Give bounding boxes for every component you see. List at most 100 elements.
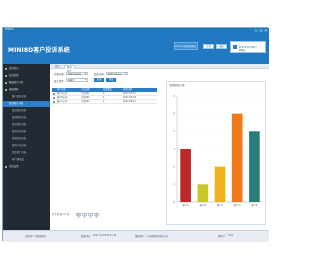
status-login-value: 2017-12-08 09:21:35 [93, 234, 117, 237]
sidebar-item[interactable]: 责任部门分析 [3, 150, 50, 156]
x-tick-label: 客户C [217, 203, 224, 207]
sidebar-item[interactable]: 投诉产品分析 [3, 143, 50, 149]
chevron-right-icon: › [46, 81, 47, 84]
sidebar-item-label: 投诉产品分析 [12, 144, 27, 147]
y-tick-label: 3 [173, 148, 175, 151]
sidebar-item-label: 系统设置 [9, 165, 19, 168]
end-date-value: 2017-12-31 [108, 72, 121, 76]
date-status-box: 2017年12月08日 星期五 [230, 41, 266, 53]
end-date-field[interactable]: 2017-12-31 ▼ [106, 71, 128, 76]
bar[interactable] [180, 149, 191, 202]
chevron-down-icon: ▼ [84, 79, 87, 81]
sidebar-item[interactable]: 投诉统计分析 [3, 101, 50, 107]
y-tick-label: 0 [173, 201, 175, 204]
bar[interactable] [249, 131, 260, 202]
folder-icon [5, 67, 8, 71]
sidebar-item[interactable]: › 系统设置 [3, 164, 50, 170]
start-date-label: 开始日期 [54, 73, 64, 76]
app-header: MINI8D客户投诉系统 admin(系统管理员) 主页 退出 2017年12月… [3, 32, 269, 64]
x-tick-label: 客户A [182, 203, 189, 207]
x-tick-label: 客户B [200, 203, 207, 207]
sidebar-item-label: 投诉统计分析 [9, 102, 24, 105]
stat-type-label: 统计类型 [54, 79, 64, 83]
sidebar: › 投诉登记 › 投诉处理 › 数据统计分析 › 基础资料客户投诉分析 投诉统计分析 投诉类别分析… [3, 64, 50, 230]
logout-button[interactable]: 退出 [216, 44, 227, 49]
status-copyright-label: 版权所有: [135, 235, 145, 238]
chevron-right-icon: › [46, 67, 47, 70]
bar-chart: 0 1 2 3 4 5 6 客户A 客户B 客户C 客户D 客户E [173, 95, 263, 207]
status-weekday: 星期五 [239, 49, 246, 52]
chart-panel: 投诉数据统计图 0 1 2 3 4 5 6 客户A 客户B 客户C 客户D 客户E [166, 81, 266, 225]
status-user-value: 系统管理员 [35, 235, 46, 238]
sidebar-item[interactable]: › 数据统计分析 [3, 80, 50, 86]
pager-info: 共 3 条 第 1/1 页 [52, 213, 70, 216]
chevron-down-icon: ▼ [124, 72, 127, 75]
sidebar-item[interactable]: 客户投诉分析 [3, 94, 50, 100]
folder-icon [5, 81, 8, 85]
app-title: MINI8D客户投诉系统 [8, 47, 70, 54]
chevron-down-icon: ▼ [84, 72, 87, 75]
folder-icon [5, 165, 8, 169]
sidebar-item-label: 处理状态分析 [12, 137, 27, 140]
prev-page-button[interactable]: 上页 [82, 212, 87, 219]
sidebar-item-label: 投诉登记 [9, 67, 19, 70]
sidebar-item[interactable]: 投诉类别分析 [3, 108, 50, 114]
pagination: 共 3 条 第 1/1 页 首页 上页 下页 末页 [52, 212, 160, 219]
status-login-label: 登录时间: [81, 235, 91, 238]
sidebar-item[interactable]: 客户满意度 [3, 157, 50, 163]
calendar-icon [233, 45, 237, 49]
sidebar-item-label: 数据统计分析 [9, 81, 24, 84]
window-title: MINI8D [5, 28, 14, 31]
query-button[interactable]: 查询 [94, 77, 104, 82]
main-content: 首页 投诉统计 开始日期 2017-01-01 ▼ 结束日期 2017-12-3… [50, 64, 269, 230]
chevron-right-icon: › [46, 165, 47, 168]
export-button[interactable]: 导出 [106, 77, 116, 82]
tab-home[interactable]: 首页 [53, 65, 63, 70]
y-tick-label: 5 [173, 112, 175, 115]
start-date-field[interactable]: 2017-01-01 ▼ [66, 71, 88, 76]
end-date-label: 结束日期 [94, 73, 104, 76]
status-user-label: 当前用户: [25, 235, 35, 238]
sidebar-item[interactable]: › 投诉登记 [3, 66, 50, 72]
x-tick-label: 客户D [234, 203, 241, 207]
sidebar-item-label: 投诉原因分析 [12, 116, 27, 119]
app-window: MINI8D – □ × MINI8D客户投诉系统 admin(系统管理员) 主… [2, 27, 269, 242]
stat-type-select[interactable]: 按客户 ▼ [66, 78, 88, 82]
y-tick-label: 2 [173, 165, 175, 168]
cell: 产品003 [81, 100, 90, 103]
status-copyright-value: 广州赫德软件有限公司 [146, 235, 168, 238]
y-tick-label: 4 [173, 130, 175, 133]
sidebar-item-label: 投诉月份分析 [12, 130, 27, 133]
row-checkbox[interactable] [53, 101, 55, 103]
bar[interactable] [197, 184, 209, 202]
sidebar-item[interactable]: 投诉责任分析 [3, 122, 50, 128]
stat-type-value: 按客户 [68, 79, 75, 82]
table-row[interactable]: 客户C公司 产品003 2 2017-08-21 [52, 100, 157, 104]
bar[interactable] [214, 166, 226, 202]
sidebar-item[interactable]: › 基础资料 [3, 87, 50, 93]
cell: 客户C公司 [57, 100, 68, 103]
y-tick-label: 1 [173, 183, 175, 186]
start-date-value: 2017-01-01 [68, 72, 81, 76]
row-checkbox[interactable] [53, 97, 55, 99]
row-checkbox[interactable] [53, 93, 55, 95]
last-page-button[interactable]: 末页 [94, 212, 99, 219]
tab-bar: 首页 投诉统计 [50, 64, 269, 73]
next-page-button[interactable]: 下页 [88, 212, 93, 219]
x-tick-label: 客户E [251, 203, 258, 207]
sidebar-item-label: 投诉责任分析 [12, 123, 27, 126]
tab-statistics[interactable]: 投诉统计 [64, 64, 75, 73]
sidebar-item[interactable]: 投诉原因分析 [3, 115, 50, 121]
sidebar-item[interactable]: 处理状态分析 [3, 136, 50, 142]
folder-icon [5, 88, 8, 92]
sidebar-item[interactable]: › 投诉处理 [3, 73, 50, 79]
sidebar-item[interactable]: 投诉月份分析 [3, 129, 50, 135]
bar[interactable] [231, 113, 243, 202]
chevron-right-icon: › [46, 88, 47, 91]
first-page-button[interactable]: 首页 [76, 212, 81, 219]
sidebar-item-label: 客户投诉分析 [12, 95, 27, 98]
cell: 2017-08-21 [123, 100, 136, 103]
home-button[interactable]: 主页 [203, 44, 214, 49]
sidebar-item-label: 投诉类别分析 [12, 109, 27, 112]
status-version-label: 版本号: [218, 235, 226, 238]
